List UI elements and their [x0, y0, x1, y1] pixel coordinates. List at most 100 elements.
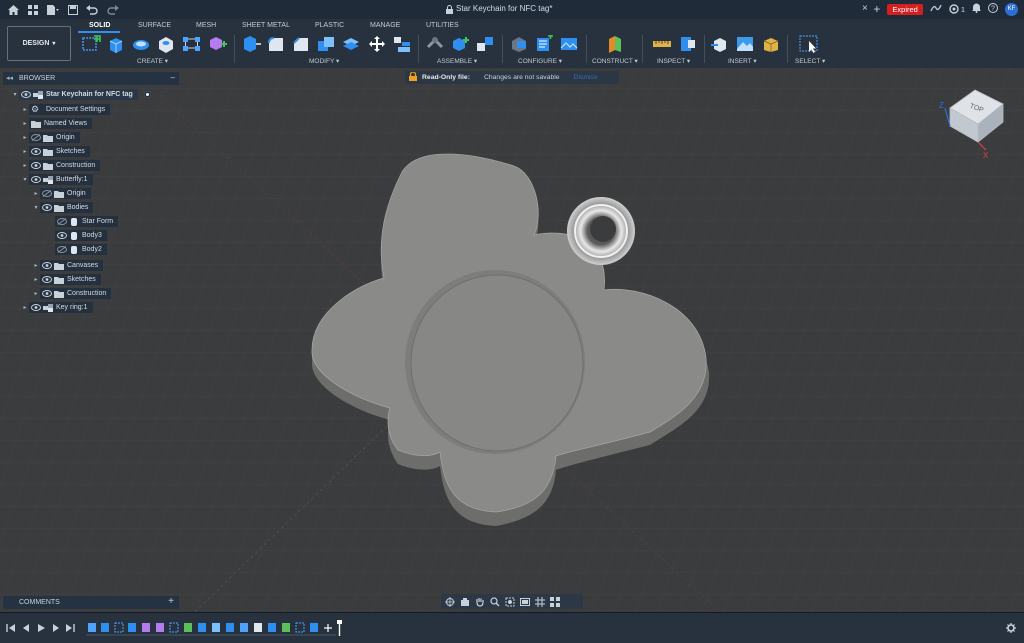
chevron-right-icon[interactable]: ▸ — [21, 304, 29, 311]
file-menu-icon[interactable] — [46, 3, 60, 17]
construct-group-label[interactable]: CONSTRUCT ▾ — [592, 57, 638, 65]
revolve-icon[interactable] — [131, 35, 151, 53]
tab-surface[interactable]: SURFACE — [138, 22, 171, 29]
grid-settings-icon[interactable] — [535, 596, 545, 607]
step-forward-icon[interactable] — [51, 623, 61, 633]
new-assembly-component-icon[interactable] — [450, 35, 470, 53]
banner-dismiss-link[interactable]: Dismiss — [574, 74, 598, 81]
tab-mesh[interactable]: MESH — [196, 22, 216, 29]
eye-icon[interactable] — [21, 91, 31, 98]
tree-item-body2[interactable]: Body2 — [55, 244, 107, 255]
apps-grid-icon[interactable] — [26, 3, 40, 17]
new-tab-icon[interactable]: + — [873, 2, 880, 16]
user-avatar[interactable]: KF — [1005, 2, 1018, 16]
eye-hidden-icon[interactable] — [57, 218, 67, 225]
tree-item-star-form[interactable]: Star Form — [55, 216, 119, 227]
notifications-icon[interactable] — [972, 3, 981, 15]
tree-item-construction[interactable]: ▸ Construction — [21, 160, 101, 171]
insert-group-label[interactable]: INSERT ▾ — [728, 57, 757, 65]
chevron-right-icon[interactable]: ▸ — [32, 290, 40, 297]
eye-icon[interactable] — [31, 148, 41, 155]
move-copy-icon[interactable] — [367, 35, 387, 53]
go-to-end-icon[interactable] — [65, 623, 75, 633]
tree-item-document-settings[interactable]: ▸ ⚙ Document Settings — [21, 104, 111, 115]
chevron-right-icon[interactable]: ▸ — [21, 120, 29, 127]
chamfer-icon[interactable] — [291, 35, 311, 53]
active-radio-icon[interactable] — [143, 91, 151, 98]
chevron-right-icon[interactable]: ▸ — [32, 262, 40, 269]
tab-plastic[interactable]: PLASTIC — [315, 22, 344, 29]
configure-table-icon[interactable] — [509, 35, 529, 53]
create-sketch-icon[interactable] — [81, 35, 101, 53]
tree-item-butterfly-origin[interactable]: ▸ Origin — [32, 188, 91, 199]
joint-icon[interactable] — [425, 35, 445, 53]
display-settings-icon[interactable] — [520, 597, 530, 607]
tree-item-bodies[interactable]: ▾ Bodies — [32, 202, 94, 213]
eye-icon[interactable] — [31, 304, 41, 311]
viewports-icon[interactable] — [550, 596, 560, 607]
rigid-group-icon[interactable] — [475, 35, 495, 53]
configure-rule-icon[interactable] — [534, 35, 554, 53]
shell-icon[interactable] — [316, 35, 336, 53]
chevron-right-icon[interactable]: ▸ — [21, 106, 29, 113]
chevron-right-icon[interactable]: ▸ — [21, 148, 29, 155]
configure-theme-icon[interactable] — [559, 35, 579, 53]
look-at-icon[interactable] — [460, 597, 470, 607]
fit-icon[interactable] — [505, 597, 515, 607]
eye-hidden-icon[interactable] — [31, 134, 41, 141]
modify-group-label[interactable]: MODIFY ▾ — [309, 57, 339, 65]
select-group-label[interactable]: SELECT ▾ — [795, 57, 825, 65]
tree-item-sketches[interactable]: ▸ Sketches — [21, 146, 90, 157]
timeline-settings-gear-icon[interactable] — [1006, 623, 1016, 633]
save-icon[interactable] — [66, 3, 80, 17]
add-comment-icon[interactable]: + — [168, 596, 174, 607]
chevron-right-icon[interactable]: ▸ — [32, 190, 40, 197]
insert-derive-icon[interactable] — [710, 35, 730, 53]
tab-utilities[interactable]: UTILITIES — [426, 22, 459, 29]
chevron-right-icon[interactable]: ▸ — [32, 276, 40, 283]
go-to-start-icon[interactable] — [6, 623, 16, 633]
insert-mcmaster-icon[interactable] — [761, 35, 781, 53]
tree-item-body3[interactable]: Body3 — [55, 230, 107, 241]
eye-icon[interactable] — [42, 276, 52, 283]
fillet-icon[interactable] — [266, 35, 286, 53]
step-back-icon[interactable] — [21, 623, 31, 633]
home-icon[interactable] — [6, 3, 20, 17]
tree-root[interactable]: ▾ Star Keychain for NFC tag — [11, 89, 151, 100]
redo-icon[interactable] — [106, 3, 120, 17]
configure-group-label[interactable]: CONFIGURE ▾ — [518, 57, 562, 65]
tab-manage[interactable]: MANAGE — [370, 22, 400, 29]
tree-item-butterfly-sketches[interactable]: ▸ Sketches — [32, 274, 101, 285]
tree-item-butterfly[interactable]: ▾ Butterfly:1 — [21, 174, 93, 185]
chevron-right-icon[interactable]: ▸ — [21, 134, 29, 141]
job-status-icon[interactable]: 1 — [949, 4, 965, 14]
help-icon[interactable]: ? — [988, 3, 998, 15]
new-component-icon[interactable] — [207, 35, 227, 53]
inspect-group-label[interactable]: INSPECT ▾ — [657, 57, 690, 65]
assemble-group-label[interactable]: ASSEMBLE ▾ — [437, 57, 477, 65]
tree-item-named-views[interactable]: ▸ Named Views — [21, 118, 93, 129]
orbit-icon[interactable] — [445, 596, 455, 607]
chevron-down-icon[interactable]: ▾ — [21, 176, 29, 183]
tree-item-canvases[interactable]: ▸ Canvases — [32, 260, 104, 271]
extrude-icon[interactable] — [106, 35, 126, 53]
chevron-down-icon[interactable]: ▾ — [11, 91, 19, 98]
tree-item-butterfly-construction[interactable]: ▸ Construction — [32, 288, 112, 299]
comments-panel[interactable]: COMMENTS + — [3, 596, 179, 609]
press-pull-icon[interactable] — [241, 35, 261, 53]
eye-icon[interactable] — [42, 204, 52, 211]
eye-icon[interactable] — [42, 262, 52, 269]
create-group-label[interactable]: CREATE ▾ — [137, 57, 168, 65]
chevron-down-icon[interactable]: ▾ — [32, 204, 40, 211]
browser-collapse-icon[interactable]: ◂◂ — [6, 74, 13, 82]
combine-icon[interactable] — [341, 35, 361, 53]
tree-item-key-ring[interactable]: ▸ Key ring:1 — [21, 302, 93, 313]
play-icon[interactable] — [36, 623, 46, 633]
align-icon[interactable] — [392, 35, 412, 53]
close-tab-icon[interactable]: × — [862, 3, 868, 14]
section-analysis-icon[interactable] — [678, 35, 698, 53]
hole-icon[interactable] — [156, 35, 176, 53]
timeline-features[interactable] — [86, 619, 346, 637]
tab-sheet-metal[interactable]: SHEET METAL — [242, 22, 290, 29]
eye-icon[interactable] — [31, 162, 41, 169]
